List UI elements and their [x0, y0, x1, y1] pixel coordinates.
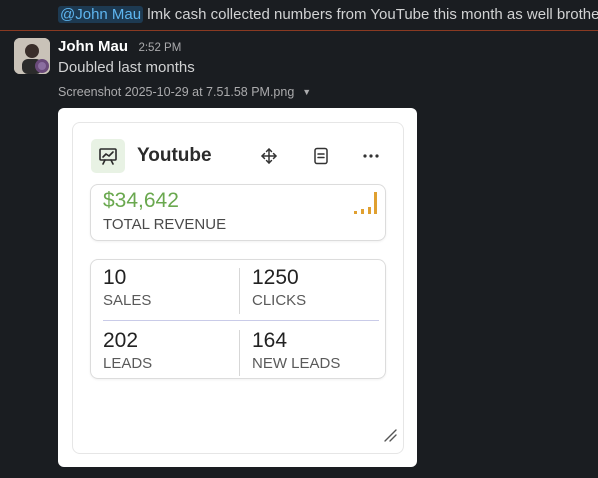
stat-value: 164 [252, 329, 288, 352]
stat-label: LEADS [103, 355, 153, 372]
previous-message: @John Mau lmk cash collected numbers fro… [0, 0, 598, 31]
stat-sales: 10 SALES [103, 266, 151, 310]
message-header: John Mau 2:52 PM [58, 38, 181, 56]
revenue-card: $34,642 TOTAL REVENUE [90, 184, 386, 241]
stats-card: 10 SALES 1250 CLICKS 202 LEADS 164 NEW L… [90, 259, 386, 379]
stat-value: 202 [103, 329, 139, 352]
stat-clicks: 1250 CLICKS [252, 266, 306, 310]
attachment-filename[interactable]: Screenshot 2025-10-29 at 7.51.58 PM.png [58, 85, 294, 99]
stat-value: 1250 [252, 266, 299, 289]
stat-label: NEW LEADS [252, 355, 341, 372]
more-dots-icon[interactable] [361, 146, 381, 166]
previous-message-text: lmk cash collected numbers from YouTube … [143, 6, 598, 23]
message-text: Doubled last months [58, 59, 195, 76]
column-divider [239, 268, 240, 314]
revenue-value: $34,642 [103, 189, 179, 212]
author-name[interactable]: John Mau [58, 38, 128, 55]
move-arrows-icon[interactable] [259, 146, 279, 166]
youtube-widget: Youtube $34,642 TOTAL REVENUE 10 SALES 1… [72, 122, 404, 454]
signal-bars-icon [353, 191, 379, 220]
document-icon[interactable] [311, 146, 331, 166]
stat-label: SALES [103, 292, 152, 309]
row-divider [103, 320, 379, 321]
widget-title: Youtube [137, 145, 212, 166]
message-timestamp[interactable]: 2:52 PM [138, 42, 181, 54]
caret-down-icon[interactable]: ▼ [302, 87, 311, 97]
widget-header: Youtube [91, 139, 389, 173]
column-divider [239, 330, 240, 376]
stat-value: 10 [103, 266, 127, 289]
stat-label: CLICKS [252, 292, 307, 309]
user-mention[interactable]: @John Mau [58, 6, 144, 23]
attachment-header[interactable]: Screenshot 2025-10-29 at 7.51.58 PM.png … [58, 85, 311, 99]
presentation-chart-icon [91, 139, 125, 173]
revenue-label: TOTAL REVENUE [103, 216, 227, 233]
avatar[interactable] [14, 38, 50, 74]
stat-leads: 202 LEADS [103, 329, 152, 373]
resize-handle-icon[interactable] [383, 428, 397, 447]
stat-new-leads: 164 NEW LEADS [252, 329, 340, 373]
image-attachment[interactable]: Youtube $34,642 TOTAL REVENUE 10 SALES 1… [58, 108, 417, 467]
